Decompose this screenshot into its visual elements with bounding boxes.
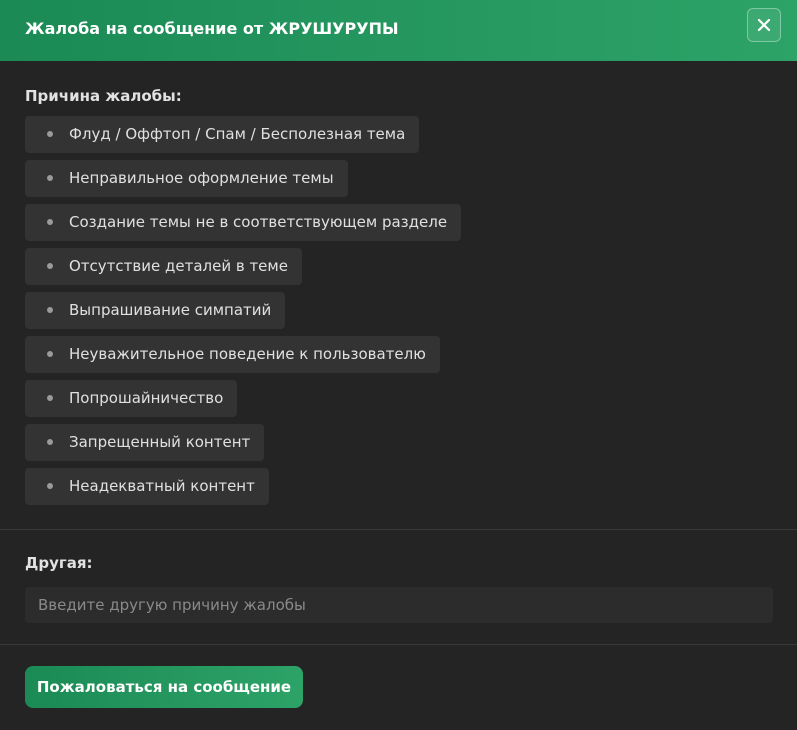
bullet-icon <box>47 351 53 357</box>
reason-option-label: Выпрашивание симпатий <box>69 301 272 319</box>
reason-option-label: Отсутствие деталей в теме <box>69 257 288 275</box>
reason-option-label: Создание темы не в соответствующем разде… <box>69 213 448 231</box>
report-modal: Жалоба на сообщение от ЖРУШУРУПЫ Причина… <box>0 0 797 730</box>
reason-option[interactable]: Неправильное оформление темы <box>25 160 348 197</box>
reason-section-label: Причина жалобы: <box>25 87 182 105</box>
bullet-icon <box>47 263 53 269</box>
reason-option[interactable]: Неуважительное поведение к пользователю <box>25 336 440 373</box>
reason-option-label: Неправильное оформление темы <box>69 169 334 187</box>
bullet-icon <box>47 175 53 181</box>
reason-option[interactable]: Создание темы не в соответствующем разде… <box>25 204 462 241</box>
reason-option[interactable]: Неадекватный контент <box>25 468 269 505</box>
reason-option[interactable]: Запрещенный контент <box>25 424 265 461</box>
bullet-icon <box>47 219 53 225</box>
reason-option[interactable]: Флуд / Оффтоп / Спам / Бесполезная тема <box>25 116 420 153</box>
footer-divider <box>0 644 797 645</box>
bullet-icon <box>47 131 53 137</box>
bullet-icon <box>47 483 53 489</box>
reason-option-label: Флуд / Оффтоп / Спам / Бесполезная тема <box>69 125 406 143</box>
close-button[interactable] <box>747 8 781 42</box>
reason-option-label: Неадекватный контент <box>69 477 255 495</box>
other-section-label: Другая: <box>25 554 93 572</box>
modal-header: Жалоба на сообщение от ЖРУШУРУПЫ <box>0 0 797 61</box>
section-divider <box>0 529 797 530</box>
reason-option[interactable]: Отсутствие деталей в теме <box>25 248 302 285</box>
close-icon <box>757 18 771 32</box>
other-reason-input[interactable] <box>25 587 773 623</box>
bullet-icon <box>47 439 53 445</box>
reason-option-label: Неуважительное поведение к пользователю <box>69 345 426 363</box>
reason-option[interactable]: Выпрашивание симпатий <box>25 292 286 329</box>
bullet-icon <box>47 307 53 313</box>
reason-option[interactable]: Попрошайничество <box>25 380 238 417</box>
modal-title: Жалоба на сообщение от ЖРУШУРУПЫ <box>25 19 399 38</box>
reason-option-label: Попрошайничество <box>69 389 224 407</box>
bullet-icon <box>47 395 53 401</box>
reason-list: Флуд / Оффтоп / Спам / Бесполезная тема … <box>25 116 765 512</box>
submit-report-button[interactable]: Пожаловаться на сообщение <box>25 666 303 708</box>
reason-option-label: Запрещенный контент <box>69 433 251 451</box>
